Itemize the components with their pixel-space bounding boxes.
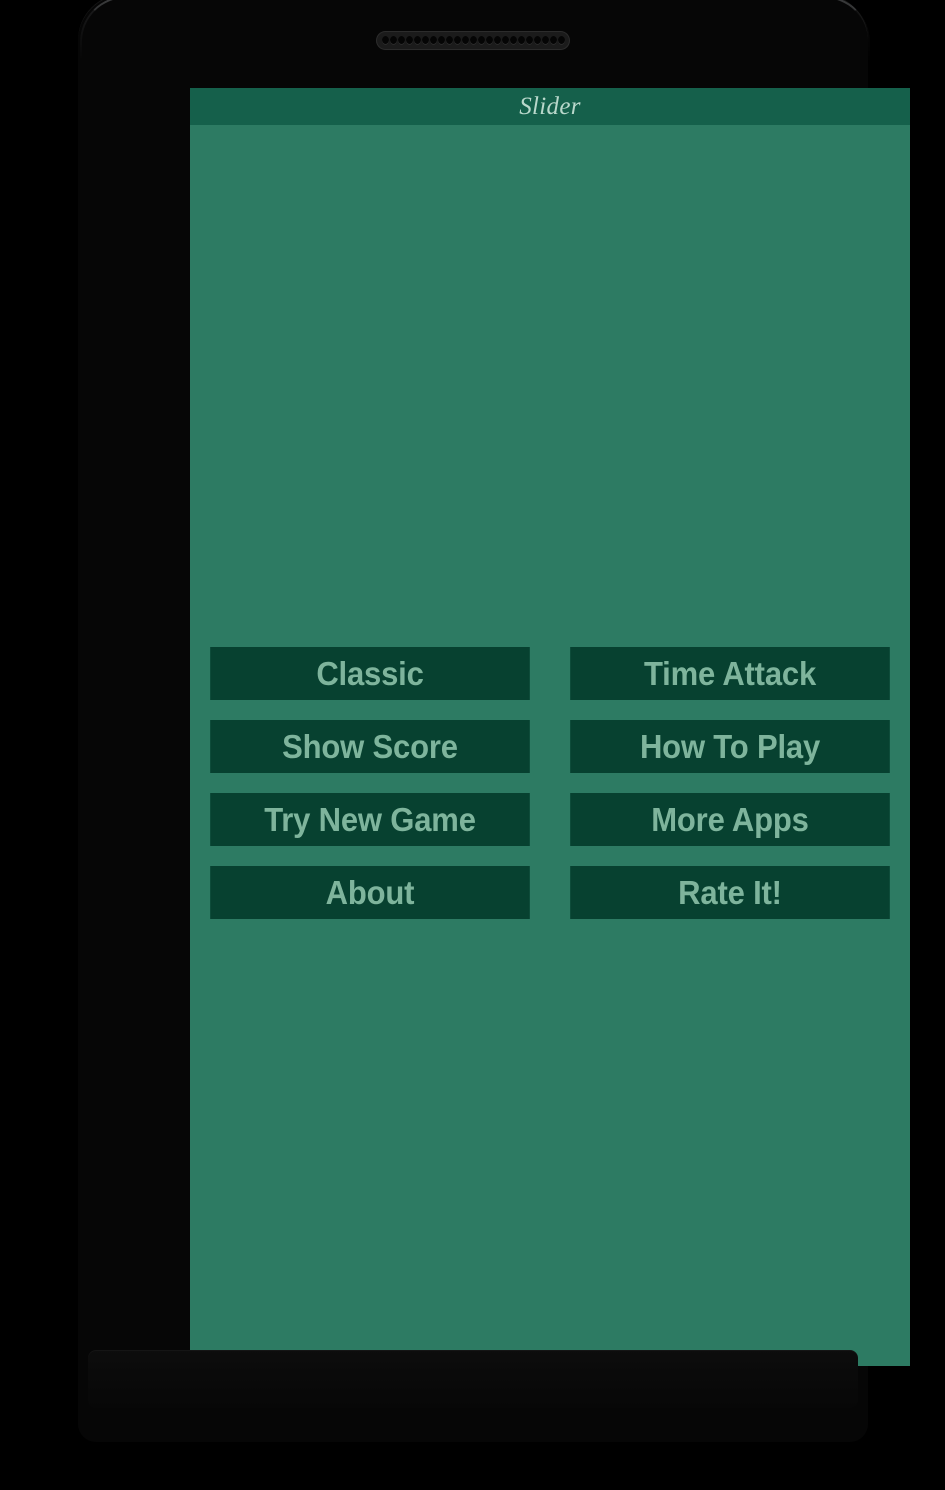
page-title: Slider xyxy=(519,93,581,120)
menu-button-about[interactable]: About xyxy=(210,866,530,919)
menu-button-label: Try New Game xyxy=(264,801,476,838)
menu-button-classic[interactable]: Classic xyxy=(210,647,530,700)
main-content: Classic Time Attack Show Score How To Play T… xyxy=(190,125,910,1366)
speaker-grille-icon xyxy=(377,32,569,49)
speaker-hole xyxy=(517,36,525,45)
speaker-hole xyxy=(477,36,485,45)
menu-button-more-apps[interactable]: More Apps xyxy=(570,793,890,846)
menu-button-label: How To Play xyxy=(639,728,821,765)
speaker-hole xyxy=(453,36,461,45)
menu-button-label: More Apps xyxy=(651,801,809,838)
speaker-hole xyxy=(461,36,469,45)
menu-button-label: About xyxy=(325,874,415,911)
phone-screen: Slider Classic Time Attack Show Score How T… xyxy=(190,88,910,1366)
speaker-hole xyxy=(541,36,549,45)
menu-button-label: Show Score xyxy=(282,728,458,765)
speaker-hole xyxy=(445,36,453,45)
speaker-hole xyxy=(421,36,429,45)
speaker-hole xyxy=(493,36,501,45)
device-frame: Slider Classic Time Attack Show Score How T… xyxy=(78,0,910,1442)
main-menu-grid: Classic Time Attack Show Score How To Play T… xyxy=(200,647,900,919)
speaker-hole xyxy=(509,36,517,45)
menu-button-show-score[interactable]: Show Score xyxy=(210,720,530,773)
speaker-hole xyxy=(533,36,541,45)
menu-button-time-attack[interactable]: Time Attack xyxy=(570,647,890,700)
speaker-hole xyxy=(413,36,421,45)
speaker-hole xyxy=(437,36,445,45)
speaker-hole xyxy=(381,36,389,45)
menu-button-try-new-game[interactable]: Try New Game xyxy=(210,793,530,846)
menu-button-rate-it[interactable]: Rate It! xyxy=(570,866,890,919)
speaker-hole xyxy=(485,36,493,45)
speaker-hole xyxy=(557,36,565,45)
speaker-hole xyxy=(405,36,413,45)
menu-button-how-to-play[interactable]: How To Play xyxy=(570,720,890,773)
menu-button-label: Time Attack xyxy=(643,655,817,692)
speaker-hole xyxy=(397,36,405,45)
speaker-hole xyxy=(501,36,509,45)
app-title-bar: Slider xyxy=(190,88,910,125)
speaker-hole xyxy=(525,36,533,45)
bottom-bezel xyxy=(88,1350,858,1408)
speaker-hole xyxy=(469,36,477,45)
menu-button-label: Rate It! xyxy=(678,874,782,911)
speaker-hole xyxy=(429,36,437,45)
speaker-hole xyxy=(549,36,557,45)
menu-button-label: Classic xyxy=(316,655,424,692)
speaker-hole xyxy=(389,36,397,45)
